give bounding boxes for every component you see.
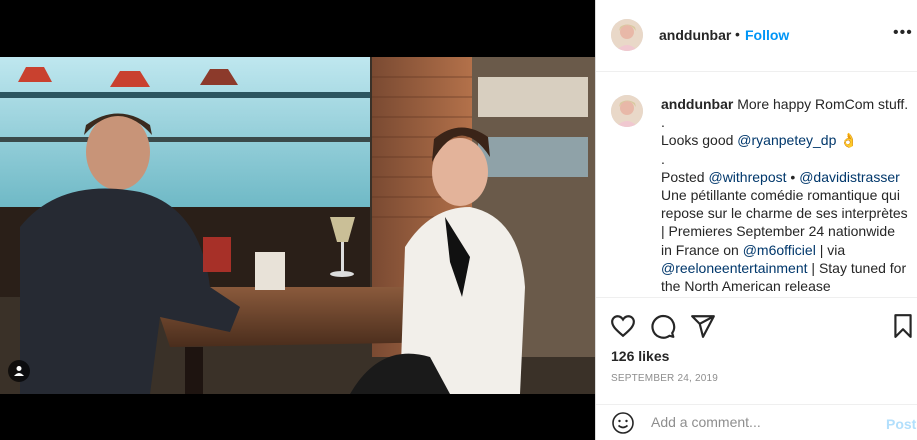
- user-tag-icon[interactable]: [8, 360, 30, 382]
- likes-count[interactable]: 126 likes: [611, 348, 669, 364]
- caption-text: . Posted: [661, 150, 705, 185]
- heart-icon[interactable]: [610, 313, 636, 339]
- post-actions: 126 likes SEPTEMBER 24, 2019: [596, 297, 917, 408]
- username-link[interactable]: anddunbar: [659, 27, 731, 43]
- caption-text: •: [786, 168, 800, 185]
- follow-button[interactable]: Follow: [745, 27, 789, 43]
- share-icon[interactable]: [690, 313, 716, 339]
- post-photo[interactable]: [0, 57, 595, 394]
- mention-link[interactable]: @reeloneentertainment: [661, 260, 808, 276]
- mention-link[interactable]: @withrepost: [708, 169, 786, 185]
- avatar[interactable]: [611, 19, 643, 51]
- separator-dot: •: [735, 26, 740, 42]
- comment-form: Post: [596, 404, 917, 440]
- caption-username[interactable]: anddunbar: [661, 96, 733, 112]
- photo-image: [0, 57, 595, 394]
- more-icon[interactable]: •••: [893, 24, 913, 42]
- bookmark-icon[interactable]: [890, 313, 916, 339]
- post-media: [0, 0, 595, 440]
- mention-link[interactable]: @ryanpetey_dp: [737, 132, 836, 148]
- comment-icon[interactable]: [650, 313, 676, 339]
- comments-area: anddunbar More happy RomCom stuff. . Loo…: [596, 83, 917, 293]
- comment-input[interactable]: [651, 414, 871, 430]
- post-comment-button[interactable]: Post: [886, 416, 916, 432]
- post-panel: anddunbar • Follow ••• anddunbar More ha…: [595, 0, 917, 440]
- mention-link[interactable]: @m6officiel: [743, 242, 816, 258]
- ok-hand-emoji: 👌: [836, 132, 858, 149]
- caption-avatar[interactable]: [611, 95, 643, 127]
- post-date: SEPTEMBER 24, 2019: [611, 373, 718, 384]
- mention-link[interactable]: @davidistrasser: [799, 169, 900, 185]
- post-caption: anddunbar More happy RomCom stuff. . Loo…: [661, 95, 909, 293]
- post-header: anddunbar • Follow •••: [596, 0, 917, 72]
- smile-icon[interactable]: [611, 411, 635, 440]
- caption-text: | via: [815, 241, 850, 258]
